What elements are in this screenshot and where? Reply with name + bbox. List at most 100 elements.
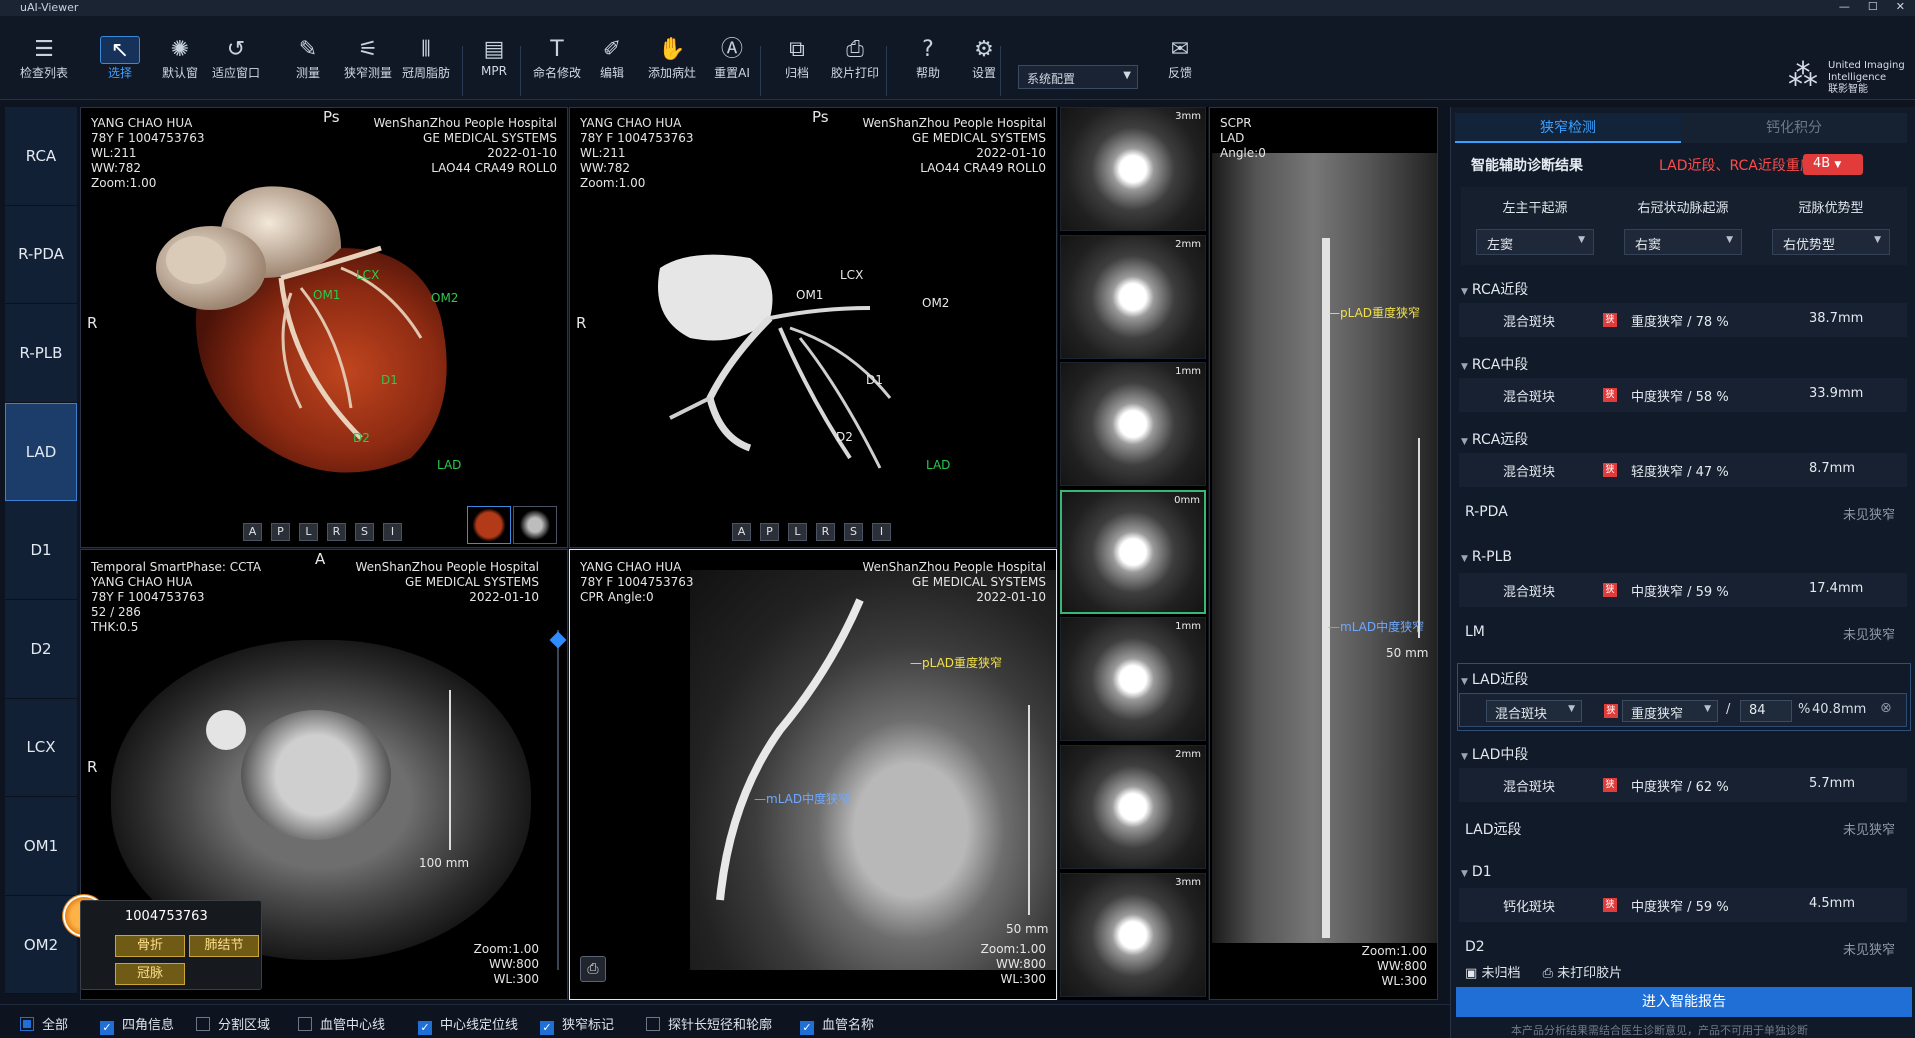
- tool-mpr[interactable]: ▤ MPR: [462, 36, 526, 78]
- vessel-item-lcx[interactable]: LCX: [5, 698, 77, 798]
- expand-triangle-icon[interactable]: ▼: [1461, 554, 1468, 564]
- mip-orient-s-button[interactable]: S: [844, 523, 863, 541]
- vessel-item-d2[interactable]: D2: [5, 599, 77, 699]
- tool-window-level[interactable]: ✺ 默认窗: [148, 36, 212, 81]
- segment-header[interactable]: ▼ RCA远段: [1461, 429, 1909, 449]
- tool-help[interactable]: ? 帮助: [896, 36, 960, 81]
- axial-scroll-handle[interactable]: [549, 631, 567, 649]
- vr-orient-r-button[interactable]: R: [327, 523, 346, 541]
- tool-film-print[interactable]: ⎙ 胶片打印: [823, 36, 887, 81]
- segment-header[interactable]: R-PDA 未见狭窄: [1465, 504, 1905, 524]
- mip-viewport[interactable]: YANG CHAO HUA 78Y F 1004753763 WL:211 WW…: [569, 107, 1057, 548]
- expand-triangle-icon[interactable]: ▼: [1461, 752, 1468, 762]
- vessel-item-om1[interactable]: OM1: [5, 797, 77, 896]
- mip-orient-i-button[interactable]: I: [872, 523, 891, 541]
- expand-triangle-icon[interactable]: ▼: [1461, 362, 1468, 372]
- tab-calcium[interactable]: 钙化积分: [1681, 113, 1907, 143]
- cross-section-slice[interactable]: 3mm: [1060, 107, 1206, 231]
- tool-pointer[interactable]: ↖ 选择: [88, 36, 152, 81]
- mip-orient-l-button[interactable]: L: [788, 523, 807, 541]
- vessel-item-r-pda[interactable]: R-PDA: [5, 205, 77, 305]
- header-select-1[interactable]: 右窦 ▼: [1624, 229, 1742, 255]
- segment-row[interactable]: 钙化斑块 狭中度狭窄 / 59 % 4.5mm: [1459, 888, 1907, 922]
- cpr-stenosis-marker-1[interactable]: —pLAD重度狭窄: [910, 654, 1002, 671]
- vr-orient-i-button[interactable]: I: [383, 523, 402, 541]
- option-2[interactable]: 分割区域: [196, 1014, 270, 1033]
- popup-fracture-button[interactable]: 骨折: [115, 935, 185, 957]
- option-6[interactable]: 探针长短径和轮廓: [646, 1014, 772, 1033]
- cpr-stenosis-marker-2[interactable]: —mLAD中度狭窄: [754, 790, 850, 807]
- tool-stenosis-measure[interactable]: ⚟ 狭窄测量: [336, 36, 400, 81]
- close-icon[interactable]: ✕: [1896, 0, 1905, 13]
- segment-header[interactable]: D2 未见狭窄: [1465, 939, 1905, 959]
- vessel-item-d1[interactable]: D1: [5, 501, 77, 600]
- tool-reset-ai[interactable]: Ⓐ 重置AI: [700, 36, 764, 81]
- axial-scroll-track[interactable]: [557, 630, 559, 970]
- cross-section-slice[interactable]: 0mm: [1060, 489, 1206, 614]
- cross-section-slice[interactable]: 2mm: [1060, 745, 1206, 869]
- checkbox-icon[interactable]: ✓: [100, 1021, 114, 1035]
- segment-row[interactable]: 混合斑块 狭中度狭窄 / 58 % 33.9mm: [1459, 378, 1907, 412]
- option-1[interactable]: ✓ 四角信息: [100, 1014, 174, 1035]
- checkbox-icon[interactable]: ✓: [418, 1021, 432, 1035]
- header-select-0[interactable]: 左窦 ▼: [1476, 229, 1594, 255]
- segment-header[interactable]: ▼ LAD中段: [1461, 744, 1909, 764]
- expand-triangle-icon[interactable]: ▼: [1461, 869, 1468, 879]
- segment-header[interactable]: ▼ R-PLB: [1461, 549, 1909, 569]
- segment-header[interactable]: ▼ D1: [1461, 864, 1909, 884]
- option-5[interactable]: ✓ 狭窄标记: [540, 1014, 614, 1035]
- tool-fit-window[interactable]: ↺ 适应窗口: [204, 36, 268, 81]
- system-config-dropdown[interactable]: 系统配置 ▼: [1018, 65, 1138, 89]
- checkbox-icon[interactable]: ✓: [800, 1021, 814, 1035]
- vr-orient-l-button[interactable]: L: [299, 523, 318, 541]
- tab-stenosis[interactable]: 狭窄检测: [1455, 113, 1681, 143]
- cross-section-slice[interactable]: 2mm: [1060, 234, 1206, 359]
- segment-row[interactable]: 混合斑块 狭重度狭窄 / 78 % 38.7mm: [1459, 303, 1907, 337]
- cpr-snapshot-button[interactable]: ⎙: [580, 956, 606, 982]
- segment-header[interactable]: ▼ RCA近段: [1461, 279, 1909, 299]
- tool-ruler[interactable]: ✎ 测量: [276, 36, 340, 81]
- expand-triangle-icon[interactable]: ▼: [1461, 287, 1468, 297]
- expand-triangle-icon[interactable]: ▼: [1461, 437, 1468, 447]
- cad-rads-badge[interactable]: 4B ▼: [1803, 154, 1863, 175]
- popup-coronary-button[interactable]: 冠脉: [115, 963, 185, 985]
- minimize-icon[interactable]: —: [1839, 0, 1850, 13]
- segment-header[interactable]: LM 未见狭窄: [1465, 624, 1905, 644]
- tool-settings[interactable]: ⚙ 设置: [952, 36, 1016, 81]
- option-0[interactable]: 全部: [20, 1014, 68, 1033]
- vr-orient-p-button[interactable]: P: [271, 523, 290, 541]
- cross-section-slice[interactable]: 3mm: [1060, 872, 1206, 997]
- vessel-item-rca[interactable]: RCA: [5, 107, 77, 206]
- segment-header[interactable]: ▼ RCA中段: [1461, 354, 1909, 374]
- mip-orient-p-button[interactable]: P: [760, 523, 779, 541]
- diag-result[interactable]: LAD近段、RCA近段重度...: [1659, 155, 1827, 175]
- option-7[interactable]: ✓ 血管名称: [800, 1014, 874, 1035]
- cross-section-slice[interactable]: 1mm: [1060, 362, 1206, 487]
- cpr-viewport[interactable]: YANG CHAO HUA 78Y F 1004753763 CPR Angle…: [569, 549, 1057, 1000]
- mip-orient-a-button[interactable]: A: [732, 523, 751, 541]
- vr-orient-a-button[interactable]: A: [243, 523, 262, 541]
- maximize-icon[interactable]: ☐: [1868, 0, 1878, 13]
- checkbox-icon[interactable]: [646, 1017, 660, 1031]
- tool-edit[interactable]: ✐ 编辑: [580, 36, 644, 81]
- vr-viewport[interactable]: YANG CHAO HUA 78Y F 1004753763 WL:211 WW…: [80, 107, 568, 548]
- segment-header[interactable]: LAD远段 未见狭窄: [1465, 819, 1905, 839]
- tool-feedback[interactable]: ✉ 反馈: [1148, 36, 1212, 81]
- segment-row[interactable]: 混合斑块 狭中度狭窄 / 62 % 5.7mm: [1459, 768, 1907, 802]
- vr-thumb-heart[interactable]: [467, 506, 511, 544]
- scpr-viewport[interactable]: SCPR LAD Angle:0 —pLAD重度狭窄 —mLAD中度狭窄 50 …: [1209, 107, 1438, 1000]
- option-4[interactable]: ✓ 中心线定位线: [418, 1014, 518, 1035]
- tool-pericoronary-fat[interactable]: ⦀ 冠周脂肪: [394, 36, 458, 81]
- scpr-stenosis-marker-1[interactable]: —pLAD重度狭窄: [1328, 304, 1420, 321]
- tool-list[interactable]: ☰ 检查列表: [12, 36, 76, 81]
- vr-orient-s-button[interactable]: S: [355, 523, 374, 541]
- vessel-item-lad[interactable]: LAD: [5, 402, 77, 502]
- mip-orient-r-button[interactable]: R: [816, 523, 835, 541]
- checkbox-icon[interactable]: [196, 1017, 210, 1031]
- segment-row[interactable]: 混合斑块 狭中度狭窄 / 59 % 17.4mm: [1459, 573, 1907, 607]
- popup-lung-nodule-button[interactable]: 肺结节: [189, 935, 259, 957]
- vessel-item-r-plb[interactable]: R-PLB: [5, 304, 77, 403]
- tool-archive[interactable]: ⧉ 归档: [765, 36, 829, 81]
- checkbox-icon[interactable]: ✓: [540, 1021, 554, 1035]
- checkbox-icon[interactable]: [298, 1017, 312, 1031]
